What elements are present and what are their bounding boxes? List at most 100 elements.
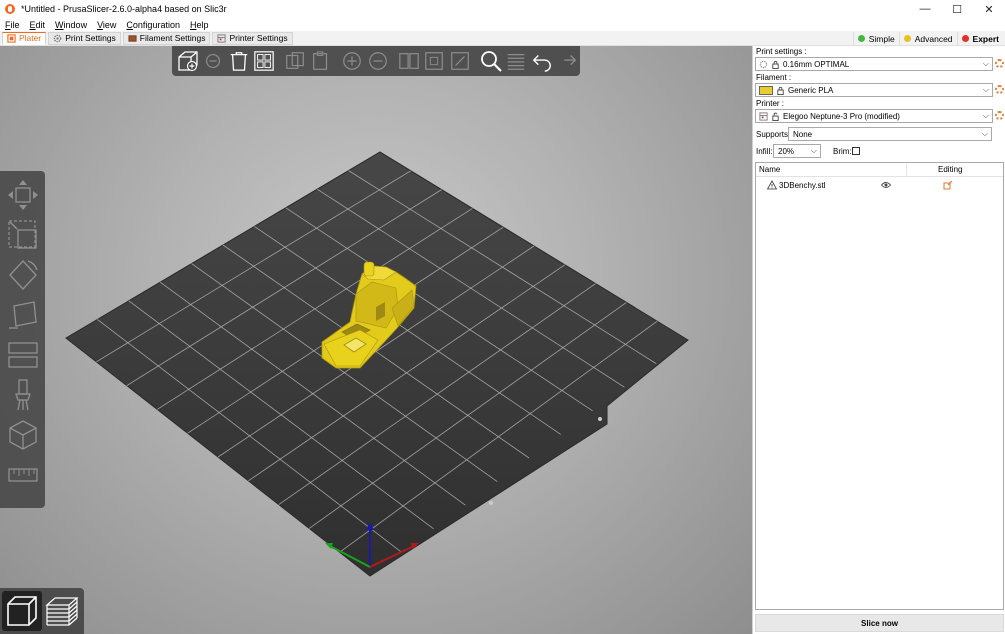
chevron-down-icon: ⌵ xyxy=(982,59,989,68)
object-list-header: Name Editing xyxy=(756,163,1003,177)
tab-printer-settings[interactable]: Printer Settings xyxy=(212,31,293,45)
3d-viewport[interactable] xyxy=(0,46,752,634)
hollow-cube-icon xyxy=(8,420,37,450)
plus-icon xyxy=(343,52,361,70)
print-settings-combo[interactable]: 0.16mm OPTIMAL ⌵ xyxy=(755,57,993,71)
add-cube-icon xyxy=(178,51,198,72)
chevron-down-icon: ⌵ xyxy=(982,85,989,94)
maximize-button[interactable]: ☐ xyxy=(941,0,973,18)
filament-label: Filament : xyxy=(756,73,792,82)
paste-button[interactable] xyxy=(308,48,333,74)
rotate-icon xyxy=(8,260,38,290)
supports-label: Supports: xyxy=(756,130,791,139)
copy-button[interactable] xyxy=(283,48,308,74)
printer-gear-icon[interactable] xyxy=(995,111,1004,120)
undo-button[interactable] xyxy=(529,48,554,74)
advanced-dot-icon xyxy=(903,35,911,42)
printer-icon xyxy=(759,111,768,121)
redo-icon xyxy=(564,55,577,66)
rotate-tool-button[interactable] xyxy=(3,255,43,295)
mode-expert-button[interactable]: Expert xyxy=(956,32,1003,45)
plater-icon xyxy=(7,33,16,43)
add-button[interactable] xyxy=(175,48,200,74)
layer-editing-button[interactable] xyxy=(447,48,472,74)
layers-edit-icon xyxy=(450,52,469,70)
split-objects-icon xyxy=(399,53,419,69)
menu-window[interactable]: Window xyxy=(50,20,92,30)
edit-settings-icon[interactable] xyxy=(943,180,953,190)
split-objects-button[interactable] xyxy=(396,48,421,74)
close-button[interactable]: ✕ xyxy=(973,0,1005,18)
hollow-tool-button[interactable] xyxy=(3,415,43,455)
lock-icon xyxy=(777,86,784,95)
variable-layer-button[interactable] xyxy=(504,48,529,74)
layers-preview-icon xyxy=(45,597,79,626)
menu-file[interactable]: File xyxy=(0,20,25,30)
print-bed xyxy=(65,151,689,577)
3d-view-button[interactable] xyxy=(2,591,42,631)
mode-advanced-button[interactable]: Advanced xyxy=(898,32,957,45)
warning-icon[interactable] xyxy=(767,180,777,190)
chevron-down-icon: ⌵ xyxy=(981,129,988,138)
measure-tool-button[interactable] xyxy=(3,455,43,495)
mode-simple-button[interactable]: Simple xyxy=(852,32,899,45)
print-settings-gear-icon[interactable] xyxy=(995,59,1004,68)
simple-dot-icon xyxy=(857,35,865,42)
paste-icon xyxy=(312,51,327,70)
scale-tool-button[interactable] xyxy=(3,215,43,255)
trash-icon xyxy=(230,52,247,71)
brim-checkbox[interactable] xyxy=(852,147,860,155)
cut-tool-button[interactable] xyxy=(3,335,43,375)
delete-button[interactable] xyxy=(200,48,225,74)
filament-gear-icon[interactable] xyxy=(995,85,1004,94)
printer-icon xyxy=(217,33,227,43)
menu-help[interactable]: Help xyxy=(185,20,214,30)
menu-view[interactable]: View xyxy=(92,20,121,30)
eye-icon[interactable] xyxy=(881,181,891,189)
move-tool-button[interactable] xyxy=(3,175,43,215)
printer-label: Printer : xyxy=(756,99,785,108)
add-instance-button[interactable] xyxy=(339,48,364,74)
paint-supports-tool-button[interactable] xyxy=(3,375,43,415)
list-item[interactable]: 3DBenchy.stl xyxy=(756,179,1003,193)
filament-combo[interactable]: Generic PLA ⌵ xyxy=(755,83,993,97)
title-bar: *Untitled - PrusaSlicer-2.6.0-alpha4 bas… xyxy=(0,0,1005,18)
object-list: Name Editing 3DBenchy.stl xyxy=(755,162,1004,610)
minimize-button[interactable]: — xyxy=(909,0,941,18)
tab-filament-settings[interactable]: Filament Settings xyxy=(122,31,211,45)
window-title: *Untitled - PrusaSlicer-2.6.0-alpha4 bas… xyxy=(21,4,227,14)
stripes-icon xyxy=(508,53,525,70)
infill-combo[interactable]: 20% ⌵ xyxy=(773,144,821,158)
infill-label: Infill: xyxy=(756,147,773,156)
redo-button[interactable] xyxy=(555,48,580,74)
preview-button[interactable] xyxy=(42,591,82,631)
place-on-face-icon xyxy=(8,301,37,329)
tab-plater[interactable]: Plater xyxy=(2,31,47,45)
delete-all-button[interactable] xyxy=(226,48,251,74)
unlocked-icon xyxy=(772,112,779,121)
split-parts-button[interactable] xyxy=(422,48,447,74)
tab-print-settings[interactable]: Print Settings xyxy=(48,31,121,45)
slice-now-button[interactable]: Slice now xyxy=(755,614,1004,632)
ruler-icon xyxy=(7,468,38,482)
search-button[interactable] xyxy=(478,48,503,74)
paint-brush-icon xyxy=(14,379,31,411)
cube-view-icon xyxy=(7,596,37,626)
menu-configuration[interactable]: Configuration xyxy=(121,20,185,30)
tab-bar: Plater Print Settings Filament Settings … xyxy=(0,31,1005,46)
brim-label: Brim: xyxy=(833,147,852,156)
arrange-button[interactable] xyxy=(251,48,276,74)
delete-minus-icon xyxy=(206,53,221,69)
cog-icon xyxy=(53,34,62,42)
column-header-editing[interactable]: Editing xyxy=(938,165,962,174)
supports-combo[interactable]: None ⌵ xyxy=(788,127,992,141)
printer-combo[interactable]: Elegoo Neptune-3 Pro (modified) ⌵ xyxy=(755,109,993,123)
menu-edit[interactable]: Edit xyxy=(25,20,51,30)
place-on-face-tool-button[interactable] xyxy=(3,295,43,335)
print-settings-label: Print settings : xyxy=(756,47,807,56)
remove-instance-button[interactable] xyxy=(365,48,390,74)
prusaslicer-logo-icon xyxy=(5,4,15,14)
search-icon xyxy=(481,51,502,72)
menu-bar: File Edit Window View Configuration Help xyxy=(0,18,1005,31)
column-header-name[interactable]: Name xyxy=(759,165,780,174)
